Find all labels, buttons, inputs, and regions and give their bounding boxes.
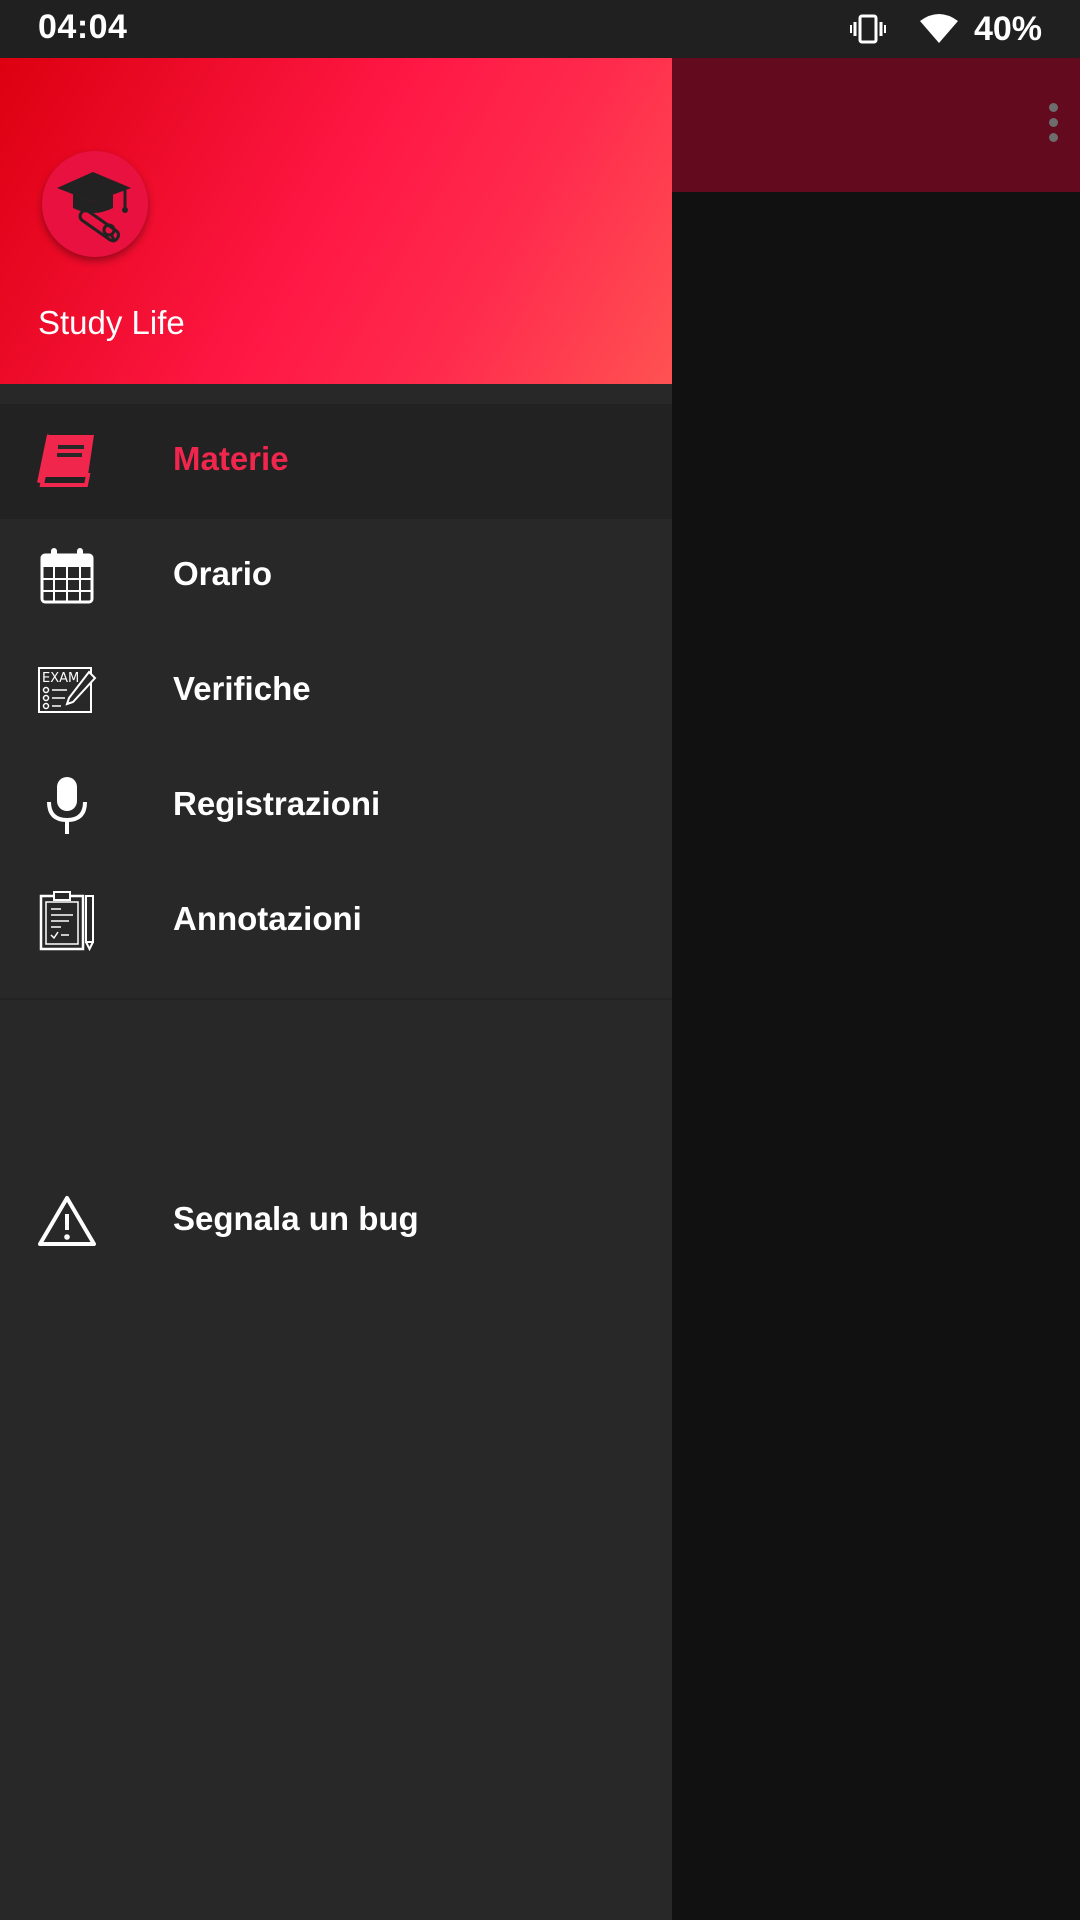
drawer-header: Study Life	[0, 58, 672, 384]
book-icon	[36, 430, 98, 492]
exam-icon: EXAM	[36, 660, 98, 722]
status-time: 04:04	[38, 8, 128, 46]
menu-item-label: Registrazioni	[173, 785, 381, 822]
menu-item-orario[interactable]: Orario	[0, 519, 672, 634]
more-vert-icon[interactable]	[1040, 92, 1066, 152]
menu-item-label: Materie	[173, 440, 289, 477]
graduation-cap-icon	[42, 151, 148, 257]
menu-item-label: Annotazioni	[173, 900, 362, 937]
menu-item-report-bug[interactable]: Segnala un bug	[0, 1164, 672, 1279]
battery-percentage: 40%	[973, 9, 1042, 48]
menu-item-label: Orario	[173, 555, 273, 592]
microphone-icon	[36, 775, 98, 837]
menu-item-registrazioni[interactable]: Registrazioni	[0, 749, 672, 864]
menu-item-label: Verifiche	[173, 670, 311, 707]
calendar-icon	[36, 545, 98, 607]
wifi-icon	[919, 14, 958, 44]
menu-divider	[0, 998, 672, 1000]
svg-text:EXAM: EXAM	[42, 671, 79, 686]
navigation-drawer: Study Life Materie Orario EXAM Verifiche…	[0, 58, 672, 1920]
status-icons: 40%	[849, 8, 1042, 50]
screen: 04:04 40% Study Life Materie Orario EXAM…	[0, 0, 1080, 1920]
app-name: Study Life	[38, 304, 185, 341]
vibrate-icon	[849, 14, 886, 44]
menu-item-annotazioni[interactable]: Annotazioni	[0, 864, 672, 979]
clipboard-icon	[36, 890, 98, 952]
drawer-menu: Materie Orario EXAM Verifiche Registrazi…	[0, 404, 672, 979]
warning-icon	[36, 1190, 98, 1252]
menu-item-verifiche[interactable]: EXAM Verifiche	[0, 634, 672, 749]
status-bar: 04:04 40%	[0, 0, 1080, 58]
menu-item-label: Segnala un bug	[173, 1200, 419, 1237]
menu-item-materie[interactable]: Materie	[0, 404, 672, 519]
